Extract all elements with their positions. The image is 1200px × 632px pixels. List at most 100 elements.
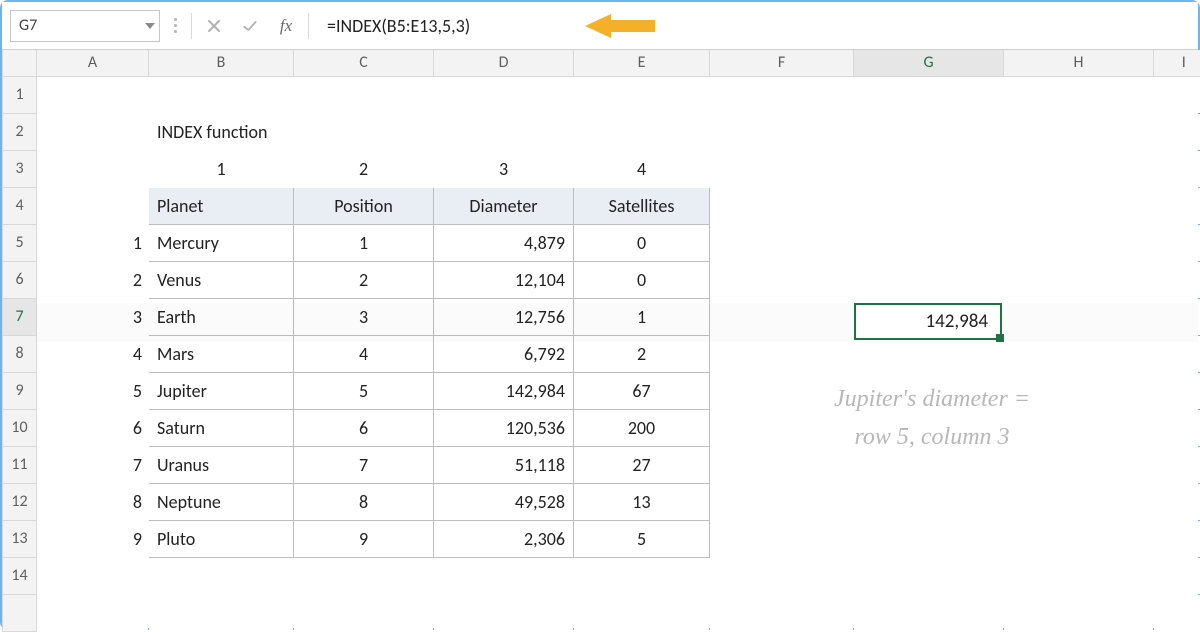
cell-C5[interactable]: 1 — [294, 224, 434, 261]
cell-I5[interactable] — [1154, 224, 1200, 261]
cell-D10[interactable]: 120,536 — [434, 409, 574, 446]
cell-I7[interactable] — [1154, 298, 1200, 335]
cell-D1[interactable] — [434, 76, 574, 113]
cell-A8[interactable]: 4 — [37, 335, 149, 372]
cell-B4[interactable]: Planet — [149, 187, 294, 224]
cell-G4[interactable] — [854, 187, 1004, 224]
cell-B10[interactable]: Saturn — [149, 409, 294, 446]
cell-A13[interactable]: 9 — [37, 520, 149, 557]
cell-D7[interactable]: 12,756 — [434, 298, 574, 335]
cell-E12[interactable]: 13 — [574, 483, 710, 520]
cell-B14[interactable] — [149, 557, 294, 594]
cell-A12[interactable]: 8 — [37, 483, 149, 520]
cell-I15[interactable] — [1154, 594, 1200, 631]
cell-F14[interactable] — [710, 557, 854, 594]
col-header-F[interactable]: F — [710, 50, 854, 76]
cell-E14[interactable] — [574, 557, 710, 594]
cell-E4[interactable]: Satellites — [574, 187, 710, 224]
select-all-corner[interactable] — [3, 50, 37, 76]
cell-C11[interactable]: 7 — [294, 446, 434, 483]
cell-H3[interactable] — [1004, 150, 1154, 187]
cell-E6[interactable]: 0 — [574, 261, 710, 298]
name-box-dropdown-icon[interactable] — [145, 23, 155, 29]
cell-A9[interactable]: 5 — [37, 372, 149, 409]
col-header-I[interactable]: I — [1154, 50, 1200, 76]
cell-C13[interactable]: 9 — [294, 520, 434, 557]
col-header-G[interactable]: G — [854, 50, 1004, 76]
cell-G7[interactable] — [854, 298, 1004, 335]
cell-D6[interactable]: 12,104 — [434, 261, 574, 298]
cell-C10[interactable]: 6 — [294, 409, 434, 446]
cell-H8[interactable] — [1004, 335, 1154, 372]
cell-E11[interactable]: 27 — [574, 446, 710, 483]
cell-I11[interactable] — [1154, 446, 1200, 483]
cell-I13[interactable] — [1154, 520, 1200, 557]
cell-G15[interactable] — [854, 594, 1004, 631]
cell-H1[interactable] — [1004, 76, 1154, 113]
cell-G3[interactable] — [854, 150, 1004, 187]
cell-C7[interactable]: 3 — [294, 298, 434, 335]
row-header-2[interactable]: 2 — [3, 113, 37, 150]
cell-F15[interactable] — [710, 594, 854, 631]
cell-I8[interactable] — [1154, 335, 1200, 372]
cell-E3[interactable]: 4 — [574, 150, 710, 187]
cell-F6[interactable] — [710, 261, 854, 298]
cell-A2[interactable] — [37, 113, 149, 150]
cell-D13[interactable]: 2,306 — [434, 520, 574, 557]
cell-C8[interactable]: 4 — [294, 335, 434, 372]
row-header-3[interactable]: 3 — [3, 150, 37, 187]
spreadsheet-grid[interactable]: A B C D E F G H I 1 2 INDEX function 3 1 — [2, 50, 1198, 632]
cell-I2[interactable] — [1154, 113, 1200, 150]
cell-A3[interactable] — [37, 150, 149, 187]
cell-C3[interactable]: 2 — [294, 150, 434, 187]
cell-D5[interactable]: 4,879 — [434, 224, 574, 261]
cell-D11[interactable]: 51,118 — [434, 446, 574, 483]
cell-I14[interactable] — [1154, 557, 1200, 594]
col-header-D[interactable]: D — [434, 50, 574, 76]
cell-E13[interactable]: 5 — [574, 520, 710, 557]
cell-H12[interactable] — [1004, 483, 1154, 520]
cell-D4[interactable]: Diameter — [434, 187, 574, 224]
cell-B11[interactable]: Uranus — [149, 446, 294, 483]
cell-D14[interactable] — [434, 557, 574, 594]
cell-A6[interactable]: 2 — [37, 261, 149, 298]
row-header-13[interactable]: 13 — [3, 520, 37, 557]
cell-I1[interactable] — [1154, 76, 1200, 113]
row-header-8[interactable]: 8 — [3, 335, 37, 372]
col-header-B[interactable]: B — [149, 50, 294, 76]
cell-B6[interactable]: Venus — [149, 261, 294, 298]
name-box[interactable]: G7 — [10, 10, 160, 42]
insert-function-button[interactable]: fx — [272, 12, 300, 40]
row-header-9[interactable]: 9 — [3, 372, 37, 409]
cell-E2[interactable] — [574, 113, 710, 150]
cell-C14[interactable] — [294, 557, 434, 594]
cell-G8[interactable] — [854, 335, 1004, 372]
cell-H7[interactable] — [1004, 298, 1154, 335]
cell-C9[interactable]: 5 — [294, 372, 434, 409]
cell-A11[interactable]: 7 — [37, 446, 149, 483]
cell-A14[interactable] — [37, 557, 149, 594]
cell-H5[interactable] — [1004, 224, 1154, 261]
cell-A10[interactable]: 6 — [37, 409, 149, 446]
cell-C4[interactable]: Position — [294, 187, 434, 224]
cell-A1[interactable] — [37, 76, 149, 113]
cell-F5[interactable] — [710, 224, 854, 261]
cell-H13[interactable] — [1004, 520, 1154, 557]
cell-H4[interactable] — [1004, 187, 1154, 224]
row-header-10[interactable]: 10 — [3, 409, 37, 446]
cell-G14[interactable] — [854, 557, 1004, 594]
row-header-15[interactable] — [3, 594, 37, 631]
cell-F4[interactable] — [710, 187, 854, 224]
cell-H2[interactable] — [1004, 113, 1154, 150]
row-header-12[interactable]: 12 — [3, 483, 37, 520]
cell-C12[interactable]: 8 — [294, 483, 434, 520]
cell-G1[interactable] — [854, 76, 1004, 113]
cancel-button[interactable] — [200, 12, 228, 40]
cell-E15[interactable] — [574, 594, 710, 631]
cell-I3[interactable] — [1154, 150, 1200, 187]
col-header-C[interactable]: C — [294, 50, 434, 76]
cell-F8[interactable] — [710, 335, 854, 372]
cell-F1[interactable] — [710, 76, 854, 113]
cell-B12[interactable]: Neptune — [149, 483, 294, 520]
row-header-4[interactable]: 4 — [3, 187, 37, 224]
